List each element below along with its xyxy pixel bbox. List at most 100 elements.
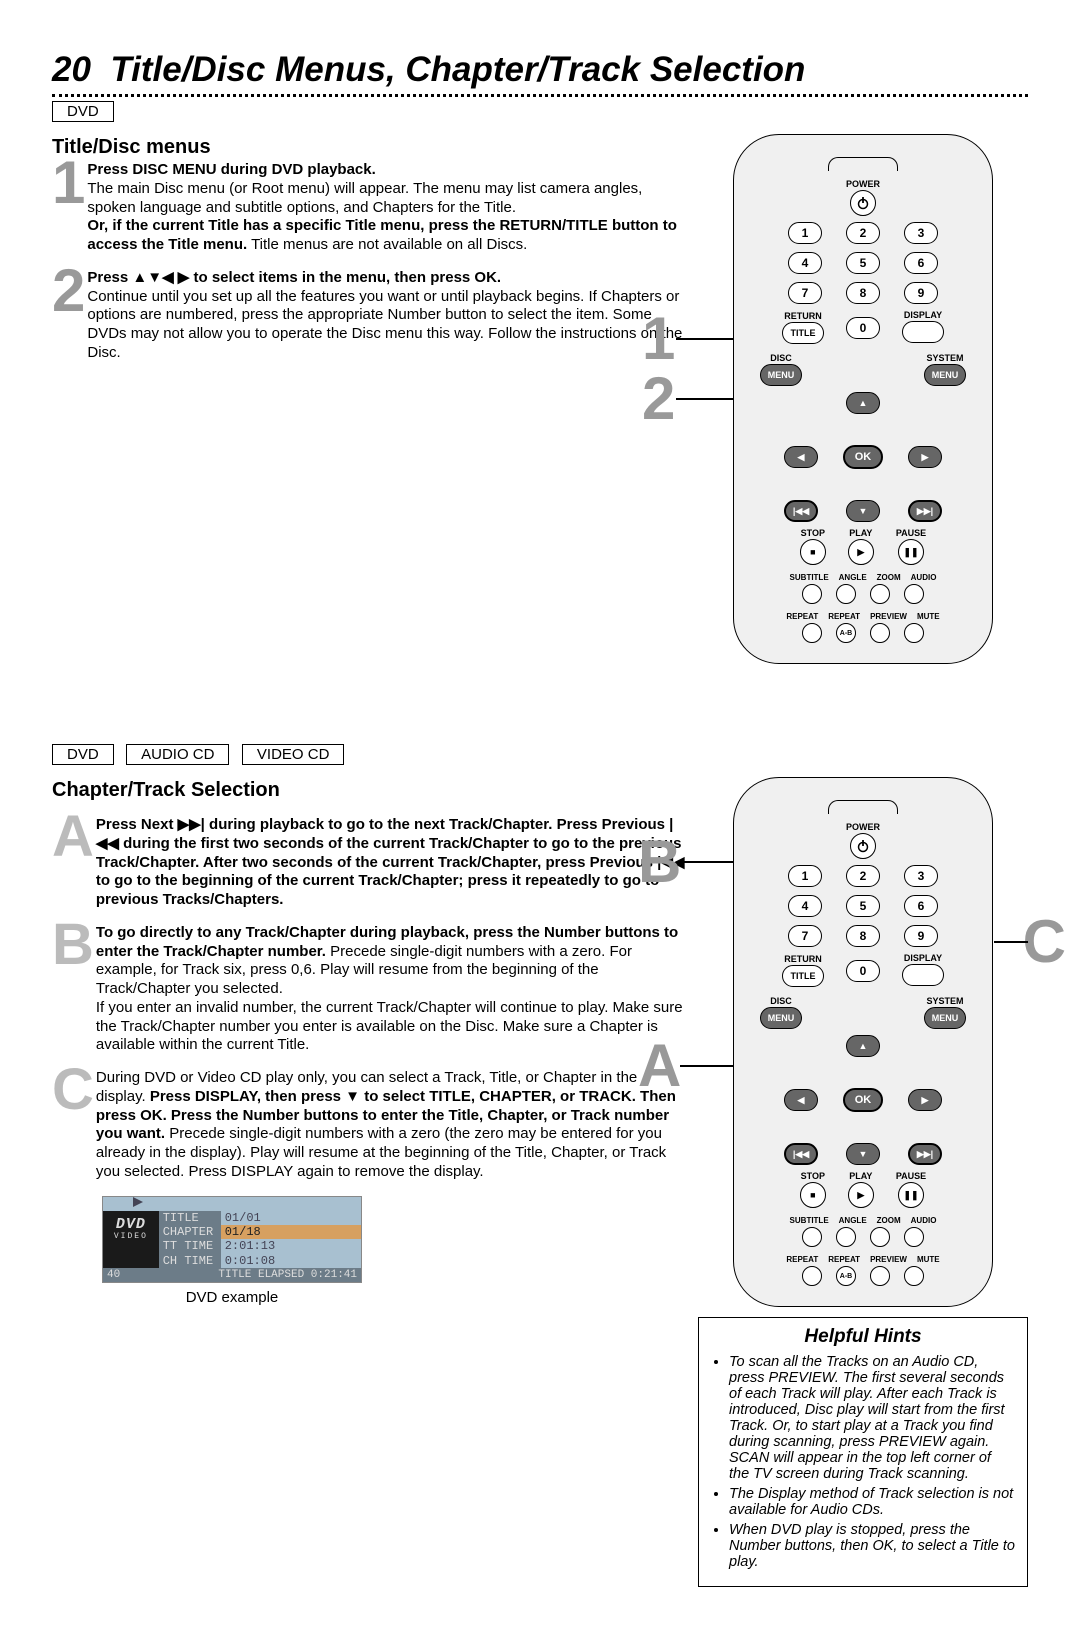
num-8: 8 (846, 282, 880, 304)
num-3: 3 (904, 222, 938, 244)
repeat-button (802, 1266, 822, 1286)
num-2: 2 (846, 865, 880, 887)
display-button (902, 321, 944, 343)
callout-a: A (638, 1031, 681, 1100)
hints-title: Helpful Hints (711, 1326, 1015, 1348)
system-menu-button: MENU (924, 1007, 966, 1029)
media-tag-audiocd: AUDIO CD (126, 744, 229, 765)
callout-line (676, 338, 738, 340)
left-arrow-icon: ◀ (784, 446, 818, 468)
section-title: Title/Disc menus (52, 136, 686, 159)
step-1-text2: Title menus are not available on all Dis… (251, 236, 527, 253)
left-arrow-icon: ◀ (784, 1089, 818, 1111)
next-icon: ▶▶| (908, 1143, 942, 1165)
disc-menu-button: MENU (760, 1007, 802, 1029)
ok-button: OK (843, 445, 883, 469)
remote-illustration-2: POWER 1 2 3 4 5 6 7 8 9 RETURNTITLE 0 DI… (733, 777, 993, 1307)
ok-button: OK (843, 1088, 883, 1112)
audio-button (904, 1227, 924, 1247)
zoom-button (870, 1227, 890, 1247)
section-title-2: Chapter/Track Selection (52, 779, 686, 802)
media-tag-dvd: DVD (52, 101, 114, 122)
step-1-text: The main Disc menu (or Root menu) will a… (87, 180, 642, 216)
osd-example: DVD VIDEO TITLE01/01 CHAPTER01/18 TT TIM… (102, 1196, 362, 1284)
callout-c: C (1023, 907, 1066, 976)
step-number-2: 2 (52, 267, 85, 315)
num-5: 5 (846, 895, 880, 917)
play-icon (133, 1197, 143, 1207)
preview-button (870, 1266, 890, 1286)
audio-button (904, 584, 924, 604)
media-tag-videocd: VIDEO CD (242, 744, 345, 765)
right-arrow-icon: ▶ (908, 446, 942, 468)
prev-icon: |◀◀ (784, 500, 818, 522)
num-6: 6 (904, 252, 938, 274)
return-title-button: TITLE (782, 965, 824, 987)
step-letter-a: A (52, 814, 94, 860)
num-0: 0 (846, 317, 880, 339)
step-b-text2: If you enter an invalid number, the curr… (96, 999, 683, 1054)
num-1: 1 (788, 865, 822, 887)
repeat-button (802, 623, 822, 643)
num-4: 4 (788, 252, 822, 274)
callout-1: 1 (642, 304, 675, 373)
num-2: 2 (846, 222, 880, 244)
up-arrow-icon: ▲ (846, 1035, 880, 1057)
step-number-1: 1 (52, 159, 85, 207)
num-3: 3 (904, 865, 938, 887)
stop-icon: ■ (800, 539, 826, 565)
next-icon: ▶▶| (908, 500, 942, 522)
disc-menu-button: MENU (760, 364, 802, 386)
num-4: 4 (788, 895, 822, 917)
mute-button (904, 623, 924, 643)
play-icon: ▶ (848, 1182, 874, 1208)
zoom-button (870, 584, 890, 604)
step-letter-c: C (52, 1067, 94, 1113)
power-icon (850, 190, 876, 216)
hint-item: The Display method of Track selection is… (729, 1486, 1015, 1518)
num-7: 7 (788, 925, 822, 947)
hint-item: When DVD play is stopped, press the Numb… (729, 1522, 1015, 1570)
system-menu-button: MENU (924, 364, 966, 386)
prev-icon: |◀◀ (784, 1143, 818, 1165)
media-tag-dvd: DVD (52, 744, 114, 765)
osd-caption: DVD example (102, 1289, 362, 1306)
divider (52, 94, 1028, 97)
remote-illustration: POWER 1 2 3 4 5 6 7 8 9 RETURNTITLE 0 DI… (733, 134, 993, 664)
down-arrow-icon: ▼ (846, 500, 880, 522)
mute-button (904, 1266, 924, 1286)
display-button (902, 964, 944, 986)
num-0: 0 (846, 960, 880, 982)
num-6: 6 (904, 895, 938, 917)
repeat-ab-button: A-B (836, 623, 856, 643)
num-7: 7 (788, 282, 822, 304)
step-1-lead: Press DISC MENU during DVD playback. (87, 161, 375, 178)
subtitle-button (802, 1227, 822, 1247)
callout-line (680, 861, 740, 863)
down-arrow-icon: ▼ (846, 1143, 880, 1165)
stop-icon: ■ (800, 1182, 826, 1208)
num-9: 9 (904, 925, 938, 947)
subtitle-button (802, 584, 822, 604)
angle-button (836, 584, 856, 604)
right-arrow-icon: ▶ (908, 1089, 942, 1111)
dvd-logo: DVD VIDEO (103, 1211, 159, 1269)
page-title: 20 Title/Disc Menus, Chapter/Track Selec… (52, 50, 1028, 90)
callout-line (994, 941, 1028, 943)
num-1: 1 (788, 222, 822, 244)
play-icon: ▶ (848, 539, 874, 565)
callout-2: 2 (642, 364, 675, 433)
step-a-text: Press Next ▶▶| during playback to go to … (96, 816, 685, 908)
hint-item: To scan all the Tracks on an Audio CD, p… (729, 1354, 1015, 1482)
step-c-text: Precede single-digit numbers with a zero… (96, 1125, 666, 1180)
num-8: 8 (846, 925, 880, 947)
return-title-button: TITLE (782, 322, 824, 344)
pause-icon: ❚❚ (898, 539, 924, 565)
num-5: 5 (846, 252, 880, 274)
angle-button (836, 1227, 856, 1247)
step-2-text: Continue until you set up all the featur… (87, 288, 682, 361)
pause-icon: ❚❚ (898, 1182, 924, 1208)
repeat-ab-button: A-B (836, 1266, 856, 1286)
step-2-lead: Press ▲▼◀ ▶ to select items in the menu,… (87, 269, 501, 286)
step-letter-b: B (52, 922, 94, 968)
